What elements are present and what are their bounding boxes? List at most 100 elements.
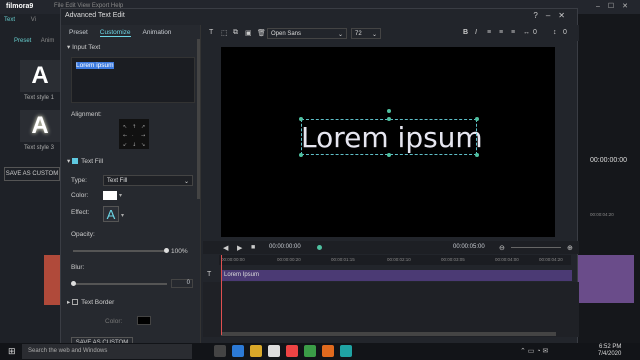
text-selection-box[interactable] — [301, 119, 477, 155]
tab-customize[interactable]: Customize — [99, 29, 131, 37]
edge-icon[interactable] — [232, 345, 244, 357]
duration-timecode: 00:00:05:00 — [453, 244, 485, 250]
effect-button[interactable]: A — [103, 206, 119, 222]
stop-icon[interactable]: ■ — [251, 244, 255, 251]
playback-bar: ◀ ▶ ■ 00:00:00:00 00:00:05:00 ⊖ ⊕ — [203, 241, 579, 254]
chrome-icon[interactable] — [286, 345, 298, 357]
input-text-header[interactable]: ▾ Input Text — [67, 43, 100, 51]
resize-handle[interactable] — [387, 153, 391, 157]
zoom-out-icon[interactable]: ⊖ — [499, 244, 505, 252]
blur-value-field[interactable]: 0 — [171, 279, 193, 288]
svg-text:↘: ↘ — [141, 142, 145, 148]
camtasia-icon[interactable] — [304, 345, 316, 357]
resize-handle[interactable] — [299, 153, 303, 157]
font-family-select[interactable]: Open Sans ⌄ — [267, 28, 347, 39]
resize-handle[interactable] — [475, 153, 479, 157]
settings-tabs[interactable]: Preset Customize Animation — [69, 29, 171, 37]
text-size-icon[interactable]: T — [209, 29, 213, 36]
task-view-icon[interactable] — [214, 345, 226, 357]
svg-text:↙: ↙ — [123, 142, 127, 148]
background-left-tabs[interactable]: Text Vi — [4, 17, 36, 23]
text-fill-header[interactable]: ▾ Text Fill — [67, 157, 103, 165]
svg-text:·: · — [132, 133, 134, 139]
fill-type-select[interactable]: Text Fill ⌄ — [103, 175, 193, 186]
text-border-label: Text Border — [81, 299, 115, 306]
timeline-scrollbar[interactable] — [221, 332, 556, 336]
step-back-icon[interactable]: ◀ — [223, 244, 228, 252]
text-fill-checkbox[interactable] — [72, 158, 79, 165]
size-chevron-icon: ⌄ — [371, 32, 377, 38]
playhead[interactable] — [221, 255, 222, 335]
resize-handle[interactable] — [299, 117, 303, 121]
ruler-tick: 00:00:02:10 — [387, 257, 411, 262]
letter-spacing-value[interactable]: 0 — [533, 29, 537, 36]
text-input-field[interactable]: Lorem ipsum — [71, 57, 195, 103]
text-border-checkbox[interactable] — [72, 299, 79, 306]
start-marker[interactable] — [317, 245, 322, 250]
filmora-taskbar-icon[interactable] — [340, 345, 352, 357]
paste-icon[interactable]: ▣ — [245, 29, 252, 37]
align-left-icon[interactable]: ≡ — [487, 29, 491, 36]
text-style-1-thumb[interactable]: A — [20, 60, 60, 92]
play-icon[interactable]: ▶ — [237, 244, 242, 252]
tab-animation[interactable]: Animation — [143, 29, 172, 37]
rotate-handle[interactable] — [387, 109, 391, 113]
color-dropdown-icon[interactable]: ▾ — [119, 192, 122, 199]
subtab-preset[interactable]: Preset — [14, 38, 31, 44]
app-icon[interactable] — [322, 345, 334, 357]
preview-canvas[interactable]: Lorem ipsum — [221, 47, 555, 237]
blur-slider[interactable] — [73, 283, 167, 285]
settings-scrollbar[interactable] — [197, 39, 200, 199]
background-window-controls[interactable]: –☐✕ — [596, 2, 636, 10]
chevron-down-icon: ⌄ — [183, 179, 189, 185]
line-spacing-value[interactable]: 0 — [563, 29, 567, 36]
font-size-select[interactable]: 72 ⌄ — [351, 28, 381, 39]
font-size-value: 72 — [355, 31, 362, 37]
align-center-icon[interactable]: ≡ — [499, 29, 503, 36]
dialog-window-controls[interactable]: ?–✕ — [533, 11, 573, 20]
advanced-text-edit-dialog: Advanced Text Edit ?–✕ Preset Customize … — [60, 8, 579, 353]
taskbar-clock[interactable]: 6:52 PM 7/4/2020 — [598, 344, 621, 358]
opacity-slider[interactable] — [73, 250, 167, 252]
resize-handle[interactable] — [387, 117, 391, 121]
fill-color-swatch[interactable] — [103, 191, 117, 200]
resize-handle[interactable] — [475, 117, 479, 121]
opacity-slider-knob[interactable] — [164, 248, 169, 253]
border-color-swatch[interactable] — [137, 316, 151, 325]
text-style-3-thumb[interactable]: A — [20, 110, 60, 142]
svg-text:↓: ↓ — [132, 142, 136, 148]
background-clip-right[interactable] — [578, 255, 634, 303]
crop-icon[interactable]: ⬚ — [221, 29, 228, 37]
zoom-in-icon[interactable]: ⊕ — [567, 244, 573, 252]
bold-icon[interactable]: B — [463, 29, 468, 36]
clock-time: 6:52 PM — [599, 344, 622, 350]
save-as-custom-button[interactable]: SAVE AS CUSTOM — [4, 167, 60, 181]
track-area — [203, 282, 579, 337]
text-border-header[interactable]: ▸ Text Border — [67, 298, 114, 306]
alignment-grid[interactable]: ↖ ↑ ↗ ← · → ↙ ↓ ↘ — [119, 119, 149, 149]
file-explorer-icon[interactable] — [250, 345, 262, 357]
align-right-icon[interactable]: ≡ — [511, 29, 515, 36]
windows-start-icon[interactable]: ⊞ — [8, 346, 16, 357]
zoom-slider[interactable] — [511, 247, 561, 248]
ruler-tick: 00:00:01:15 — [331, 257, 355, 262]
blur-slider-knob[interactable] — [71, 281, 76, 286]
svg-text:↗: ↗ — [141, 124, 145, 130]
tab-text[interactable]: Text — [4, 17, 15, 23]
border-color-label: Color: — [105, 318, 123, 325]
tab-video[interactable]: Vi — [31, 17, 36, 23]
effect-label: Effect: — [71, 209, 90, 216]
color-label: Color: — [71, 192, 89, 199]
timeline-ruler[interactable]: 00:00:00:00 00:00:00:20 00:00:01:15 00:0… — [219, 255, 571, 265]
store-icon[interactable] — [268, 345, 280, 357]
subtab-animation[interactable]: Anim — [41, 38, 55, 44]
tab-preset[interactable]: Preset — [69, 29, 88, 37]
delete-icon[interactable]: 🗑 — [257, 29, 266, 37]
system-tray-icons[interactable]: ⌃ ▭ ◔ ✉ — [520, 347, 548, 355]
text-track-clip[interactable]: Lorem Ipsum — [221, 270, 572, 281]
taskbar-search-box[interactable]: Search the web and Windows — [22, 344, 192, 359]
copy-icon[interactable]: ⧉ — [233, 29, 238, 37]
effect-dropdown-icon[interactable]: ▾ — [121, 212, 124, 219]
italic-icon[interactable]: I — [475, 29, 477, 36]
background-subtabs[interactable]: Preset Anim — [14, 38, 54, 44]
